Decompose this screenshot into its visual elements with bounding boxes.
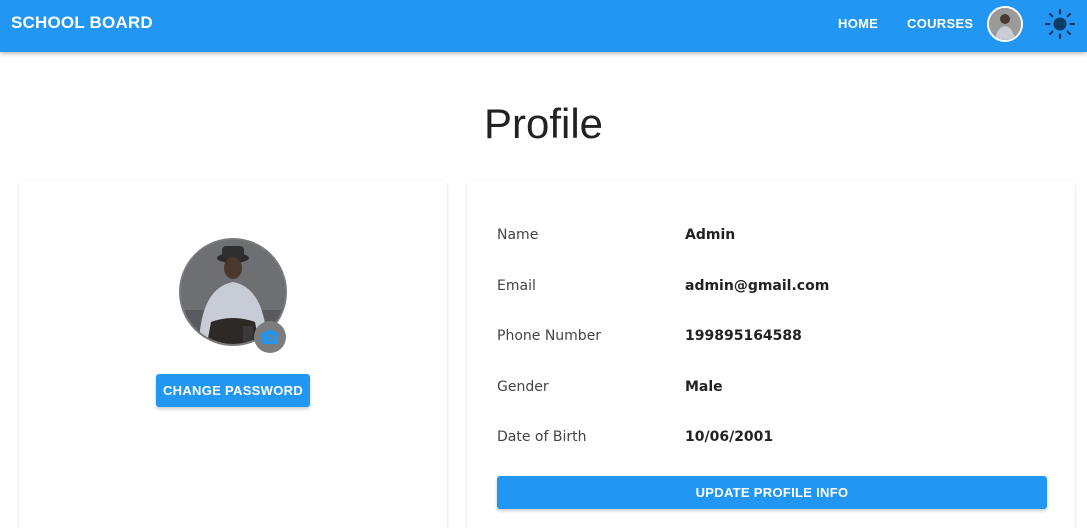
profile-photo-card: CHANGE PASSWORD [19,181,447,528]
user-avatar-icon [989,8,1021,40]
field-label-name: Name [497,227,539,243]
field-label-dob: Date of Birth [497,429,587,445]
field-value-email: admin@gmail.com [685,278,830,294]
field-label-gender: Gender [497,379,549,395]
profile-info-card: Name Admin Email admin@gmail.com Phone N… [467,181,1075,528]
app-bar: SCHOOL BOARD HOME COURSES [0,0,1087,52]
field-value-phone: 199895164588 [685,328,802,344]
profile-photo-wrapper [179,238,289,353]
update-profile-button[interactable]: UPDATE PROFILE INFO [497,476,1047,509]
page-title: Profile [483,100,604,147]
field-label-phone: Phone Number [497,328,602,344]
nav-courses-link[interactable]: COURSES [907,16,973,31]
app-brand[interactable]: SCHOOL BOARD [11,13,153,33]
field-value-dob: 10/06/2001 [685,429,774,445]
theme-toggle-button[interactable] [1044,8,1076,40]
sun-icon [1044,8,1076,40]
camera-icon [262,330,278,344]
nav-home-link[interactable]: HOME [838,16,878,31]
change-photo-button[interactable] [254,321,286,353]
user-avatar-button[interactable] [987,6,1023,42]
field-label-email: Email [497,278,536,294]
field-value-name: Admin [685,227,736,243]
change-password-button[interactable]: CHANGE PASSWORD [156,374,310,407]
field-value-gender: Male [685,379,723,395]
